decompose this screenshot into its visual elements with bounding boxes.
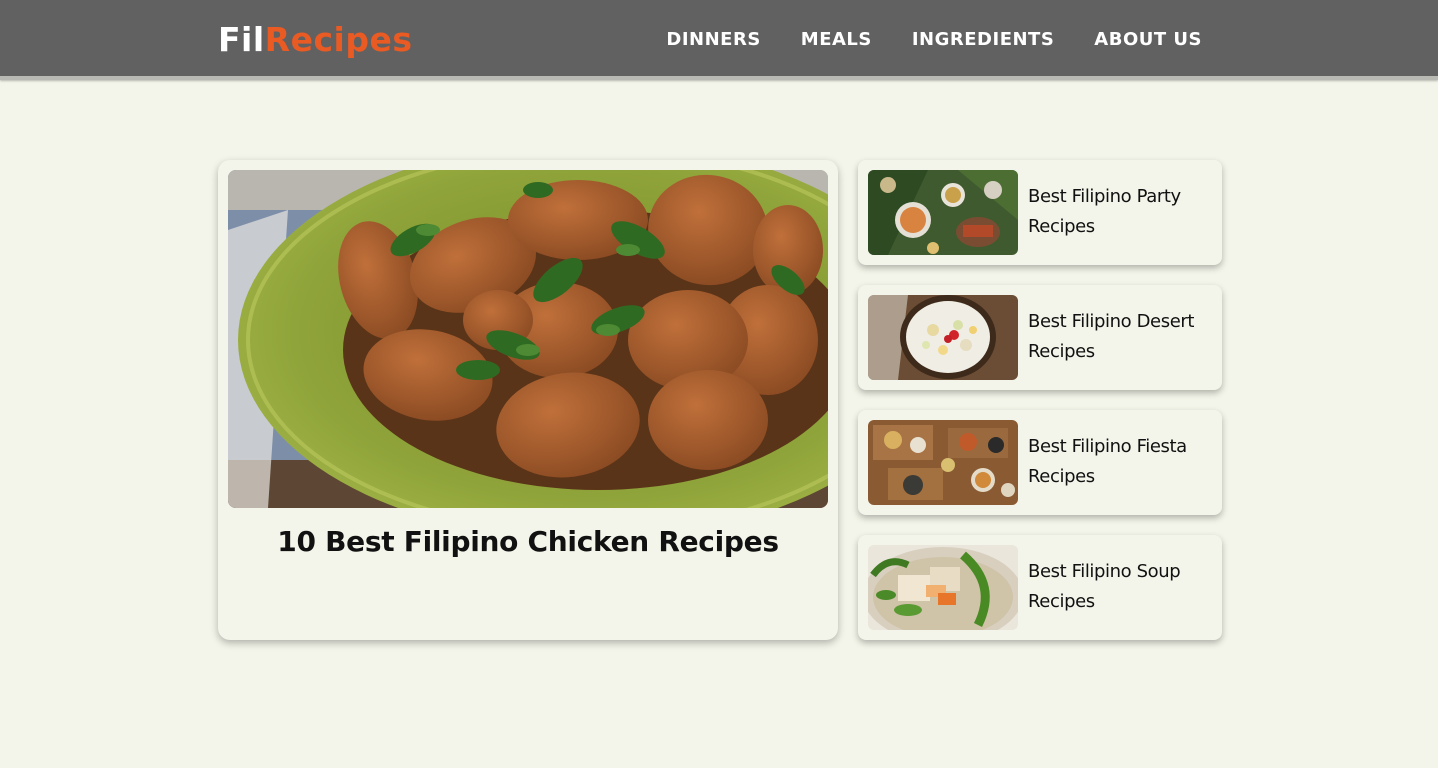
featured-recipe-card[interactable]: 10 Best Filipino Chicken Recipes [218, 160, 838, 640]
nav-link-ingredients[interactable]: INGREDIENTS [912, 27, 1054, 53]
fiesta-spread-photo [868, 420, 1018, 505]
sinigang-soup-photo [868, 545, 1018, 630]
side-card-image[interactable] [868, 295, 1018, 380]
side-card-fiesta[interactable]: Best Filipino Fiesta Recipes [858, 410, 1222, 515]
side-card-image[interactable] [868, 170, 1018, 255]
site-logo[interactable]: FilRecipes [218, 18, 412, 62]
site-header: FilRecipes DINNERS MEALS INGREDIENTS ABO… [0, 0, 1438, 80]
nav-link-about-us[interactable]: ABOUT US [1094, 27, 1202, 53]
side-card-title[interactable]: Best Filipino Party Recipes [1028, 182, 1218, 242]
side-card-image[interactable] [868, 545, 1018, 630]
party-food-photo [868, 170, 1018, 255]
nav-link-dinners[interactable]: DINNERS [666, 27, 760, 53]
nav-link-meals[interactable]: MEALS [801, 27, 872, 53]
chicken-adobo-photo [228, 170, 828, 508]
side-card-desert[interactable]: Best Filipino Desert Recipes [858, 285, 1222, 390]
side-card-soup[interactable]: Best Filipino Soup Recipes [858, 535, 1222, 640]
side-card-title[interactable]: Best Filipino Fiesta Recipes [1028, 432, 1218, 492]
side-card-title[interactable]: Best Filipino Desert Recipes [1028, 307, 1218, 367]
side-card-image[interactable] [868, 420, 1018, 505]
fruit-salad-photo [868, 295, 1018, 380]
logo-text-fil: Fil [218, 20, 265, 59]
featured-recipe-image[interactable] [228, 170, 828, 508]
side-card-party[interactable]: Best Filipino Party Recipes [858, 160, 1222, 265]
logo-text-recipes: Recipes [264, 20, 413, 59]
main-nav: DINNERS MEALS INGREDIENTS ABOUT US [666, 27, 1202, 53]
side-card-title[interactable]: Best Filipino Soup Recipes [1028, 557, 1218, 617]
featured-recipe-title[interactable]: 10 Best Filipino Chicken Recipes [218, 522, 838, 562]
